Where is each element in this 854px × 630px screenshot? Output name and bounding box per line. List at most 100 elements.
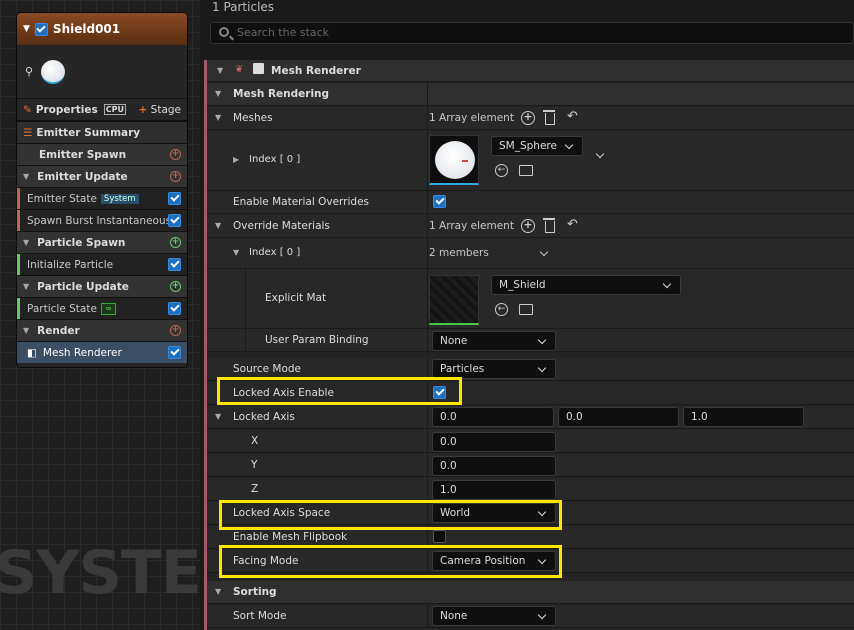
source-mode-dropdown[interactable]: Particles xyxy=(432,359,556,379)
selection-panel: 1 Particles Search the stack ▼ ❦ Mesh Re… xyxy=(200,0,854,630)
collapse-icon[interactable]: ▼ xyxy=(23,24,30,34)
browse-back-icon[interactable]: ← xyxy=(495,164,508,177)
material-asset-name: M_Shield xyxy=(499,279,546,291)
add-element-icon[interactable]: + xyxy=(521,219,535,233)
mesh-renderer-header[interactable]: ▼ ❦ Mesh Renderer xyxy=(207,60,854,82)
locked-axis-space-label: Locked Axis Space xyxy=(233,507,331,519)
mesh-thumbnail[interactable] xyxy=(429,135,479,185)
collapse-icon[interactable]: ▼ xyxy=(215,215,221,237)
z-field[interactable]: 1.0 xyxy=(432,480,556,500)
section-particle-update[interactable]: ▼ Particle Update + xyxy=(17,275,187,297)
locked-axis-enable-label: Locked Axis Enable xyxy=(233,387,334,399)
search-input[interactable]: Search the stack xyxy=(210,22,854,44)
expand-icon[interactable]: ▶ xyxy=(233,131,239,189)
trash-icon[interactable] xyxy=(543,110,555,125)
module-enable-checkbox[interactable] xyxy=(168,258,181,271)
category-label: Sorting xyxy=(233,586,277,598)
x-field[interactable]: 0.0 xyxy=(432,432,556,452)
add-module-icon[interactable]: + xyxy=(170,171,181,182)
reset-icon[interactable]: ↶ xyxy=(567,217,578,232)
add-stage-button[interactable]: + Stage xyxy=(139,104,182,116)
module-emitter-state[interactable]: Emitter State System xyxy=(17,187,187,209)
collapse-icon[interactable]: ▼ xyxy=(215,581,221,603)
emitter-header[interactable]: ▼ Shield001 xyxy=(17,13,187,45)
user-param-binding-row: User Param Binding None xyxy=(207,329,854,352)
enable-material-overrides-checkbox[interactable] xyxy=(433,195,446,208)
section-emitter-summary[interactable]: ☰ Emitter Summary xyxy=(17,121,187,143)
user-param-dropdown[interactable]: None xyxy=(432,331,556,351)
members-count: 2 members xyxy=(429,247,489,259)
emitter-node[interactable]: ▼ Shield001 ⚲ ✎ Properties CPU + Stage ☰… xyxy=(16,12,188,368)
section-emitter-update[interactable]: ▼ Emitter Update + xyxy=(17,165,187,187)
module-label: Particle State xyxy=(27,302,97,315)
locked-axis-space-dropdown[interactable]: World xyxy=(432,503,556,523)
locked-axis-z-row: Z 1.0 xyxy=(207,478,854,501)
collapse-icon[interactable]: ▼ xyxy=(215,406,221,428)
system-watermark: SYSTEM xyxy=(0,538,200,608)
sort-mode-dropdown[interactable]: None xyxy=(432,606,556,626)
expand-icon[interactable]: ▼ xyxy=(23,282,29,291)
collapse-icon[interactable]: ▼ xyxy=(215,107,221,129)
enable-mesh-flipbook-row: Enable Mesh Flipbook xyxy=(207,526,854,549)
enable-material-overrides-label: Enable Material Overrides xyxy=(233,196,369,208)
module-enable-checkbox[interactable] xyxy=(168,302,181,315)
module-initialize-particle[interactable]: Initialize Particle xyxy=(17,253,187,275)
browse-folder-icon[interactable] xyxy=(519,304,533,315)
stack-panel: ▼ ❦ Mesh Renderer ▼ Mesh Rendering ▼ Mes… xyxy=(204,60,854,630)
browse-folder-icon[interactable] xyxy=(519,165,533,176)
locked-axis-y-field[interactable]: 0.0 xyxy=(558,407,679,427)
enable-mesh-flipbook-label: Enable Mesh Flipbook xyxy=(233,531,348,543)
section-emitter-spawn[interactable]: Emitter Spawn + xyxy=(17,143,187,165)
trash-icon[interactable] xyxy=(543,218,555,233)
expand-icon[interactable]: ▼ xyxy=(23,172,29,181)
system-graph: SYSTEM ▼ Shield001 ⚲ ✎ Properties CPU + … xyxy=(0,0,200,630)
divider xyxy=(427,107,428,129)
emitter-thumbnail-row: ⚲ xyxy=(17,45,187,99)
expand-icon[interactable]: ▼ xyxy=(23,238,29,247)
module-enable-checkbox[interactable] xyxy=(168,346,181,359)
chevron-down-icon[interactable] xyxy=(595,149,605,159)
module-enable-checkbox[interactable] xyxy=(168,214,181,227)
section-label: Particle Spawn xyxy=(37,236,126,249)
add-element-icon[interactable]: + xyxy=(521,111,535,125)
divider xyxy=(427,454,428,476)
collapse-icon[interactable]: ▼ xyxy=(217,60,223,82)
y-value: 0.0 xyxy=(440,460,457,472)
material-asset-dropdown[interactable]: M_Shield xyxy=(491,275,681,295)
material-thumbnail[interactable] xyxy=(429,275,479,325)
mesh-rendering-category[interactable]: ▼ Mesh Rendering xyxy=(207,83,854,106)
x-label: X xyxy=(251,435,259,447)
module-label: Spawn Burst Instantaneous xyxy=(27,214,172,227)
emitter-thumbnail[interactable] xyxy=(41,59,66,84)
mesh-asset-dropdown[interactable]: SM_Sphere xyxy=(491,136,583,156)
emitter-enable-checkbox[interactable] xyxy=(34,22,48,36)
add-module-icon[interactable]: + xyxy=(170,237,181,248)
mesh-asset-name: SM_Sphere xyxy=(499,140,557,152)
module-spawn-burst[interactable]: Spawn Burst Instantaneous xyxy=(17,209,187,231)
section-render[interactable]: ▼ Render + xyxy=(17,319,187,341)
locked-axis-enable-checkbox[interactable] xyxy=(433,386,446,399)
chevron-down-icon[interactable] xyxy=(539,247,549,257)
locked-axis-x-field[interactable]: 0.0 xyxy=(432,407,554,427)
section-particle-spawn[interactable]: ▼ Particle Spawn + xyxy=(17,231,187,253)
collapse-icon[interactable]: ▼ xyxy=(215,83,221,105)
expand-icon[interactable]: ▼ xyxy=(23,326,29,335)
add-module-icon[interactable]: + xyxy=(170,281,181,292)
add-renderer-icon[interactable]: + xyxy=(170,325,181,336)
facing-mode-dropdown[interactable]: Camera Position xyxy=(432,551,556,571)
browse-back-icon[interactable]: ← xyxy=(495,303,508,316)
module-mesh-renderer[interactable]: ◧ Mesh Renderer xyxy=(17,341,187,363)
module-enable-checkbox[interactable] xyxy=(168,192,181,205)
properties-row[interactable]: ✎ Properties CPU + Stage xyxy=(17,99,187,121)
locked-axis-z-field[interactable]: 1.0 xyxy=(683,407,804,427)
enable-mesh-flipbook-checkbox[interactable] xyxy=(433,530,446,543)
module-particle-state[interactable]: Particle State ∞ xyxy=(17,297,187,319)
collapse-icon[interactable]: ▼ xyxy=(233,239,239,267)
y-field[interactable]: 0.0 xyxy=(432,456,556,476)
reset-icon[interactable]: ↶ xyxy=(567,109,578,124)
search-placeholder: Search the stack xyxy=(237,26,330,39)
z-label: Z xyxy=(251,483,259,495)
add-module-icon[interactable]: + xyxy=(170,149,181,160)
scalability-icon[interactable]: ⚲ xyxy=(25,65,33,78)
sorting-category[interactable]: ▼ Sorting xyxy=(207,581,854,604)
